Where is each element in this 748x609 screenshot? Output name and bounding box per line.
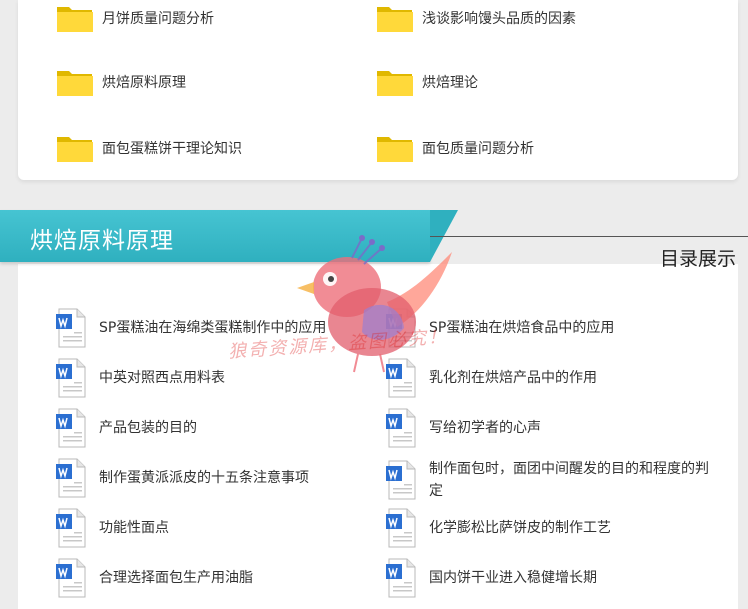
- folder-label: 月饼质量问题分析: [102, 11, 214, 27]
- word-doc-icon: [386, 558, 416, 598]
- header-divider: [430, 236, 748, 237]
- doc-label: 国内饼干业进入稳健增长期: [429, 570, 597, 586]
- folder-icon: [377, 137, 413, 162]
- word-doc-icon: [56, 408, 86, 448]
- doc-item[interactable]: 制作蛋黄派派皮的十五条注意事项: [55, 458, 309, 498]
- folder-label: 面包质量问题分析: [422, 141, 534, 157]
- folder-item[interactable]: 月饼质量问题分析: [56, 0, 214, 36]
- doc-label: 功能性面点: [99, 520, 169, 536]
- doc-label: 中英对照西点用料表: [99, 370, 225, 386]
- folder-icon: [57, 137, 93, 162]
- doc-label: 写给初学者的心声: [429, 420, 541, 436]
- folder-item[interactable]: 浅谈影响馒头品质的因素: [376, 0, 576, 36]
- folder-label: 烘焙原料原理: [102, 75, 186, 91]
- doc-item[interactable]: 合理选择面包生产用油脂: [55, 558, 253, 598]
- doc-item[interactable]: 产品包装的目的: [55, 408, 197, 448]
- folder-item[interactable]: 烘焙原料原理: [56, 64, 186, 100]
- top-folder-panel: 月饼质量问题分析 浅谈影响馒头品质的因素 烘焙原料原理 烘焙理论 面包蛋糕饼干理…: [18, 0, 738, 180]
- word-doc-icon: [56, 458, 86, 498]
- doc-label: 产品包装的目的: [99, 420, 197, 436]
- doc-item[interactable]: 写给初学者的心声: [385, 408, 541, 448]
- folder-icon: [377, 71, 413, 96]
- doc-item[interactable]: 化学膨松比萨饼皮的制作工艺: [385, 508, 611, 548]
- doc-label: 合理选择面包生产用油脂: [99, 570, 253, 586]
- word-doc-icon: [56, 358, 86, 398]
- folder-icon: [57, 71, 93, 96]
- word-doc-icon: [386, 508, 416, 548]
- word-doc-icon: [386, 408, 416, 448]
- folder-label: 面包蛋糕饼干理论知识: [102, 141, 242, 157]
- folder-label: 浅谈影响馒头品质的因素: [422, 11, 576, 27]
- doc-label: 化学膨松比萨饼皮的制作工艺: [429, 520, 611, 536]
- folder-label: 烘焙理论: [422, 75, 478, 91]
- word-doc-icon: [56, 308, 86, 348]
- bird-logo-icon: [297, 235, 452, 373]
- folder-item[interactable]: 烘焙理论: [376, 64, 478, 100]
- word-doc-icon: [56, 558, 86, 598]
- doc-item[interactable]: 制作面包时，面团中间醒发的目的和程度的判定: [385, 458, 715, 502]
- folder-icon: [377, 7, 413, 32]
- folder-item[interactable]: 面包蛋糕饼干理论知识: [56, 130, 242, 166]
- doc-item[interactable]: 功能性面点: [55, 508, 169, 548]
- section-title: 烘焙原料原理: [30, 228, 174, 254]
- folder-icon: [57, 7, 93, 32]
- doc-label: 制作面包时，面团中间醒发的目的和程度的判定: [429, 461, 709, 499]
- folder-item[interactable]: 面包质量问题分析: [376, 130, 534, 166]
- section-subtitle: 目录展示: [659, 248, 736, 270]
- doc-label: 制作蛋黄派派皮的十五条注意事项: [99, 470, 309, 486]
- doc-item[interactable]: 中英对照西点用料表: [55, 358, 225, 398]
- word-doc-icon: [386, 460, 416, 500]
- doc-item[interactable]: 国内饼干业进入稳健增长期: [385, 558, 597, 598]
- word-doc-icon: [56, 508, 86, 548]
